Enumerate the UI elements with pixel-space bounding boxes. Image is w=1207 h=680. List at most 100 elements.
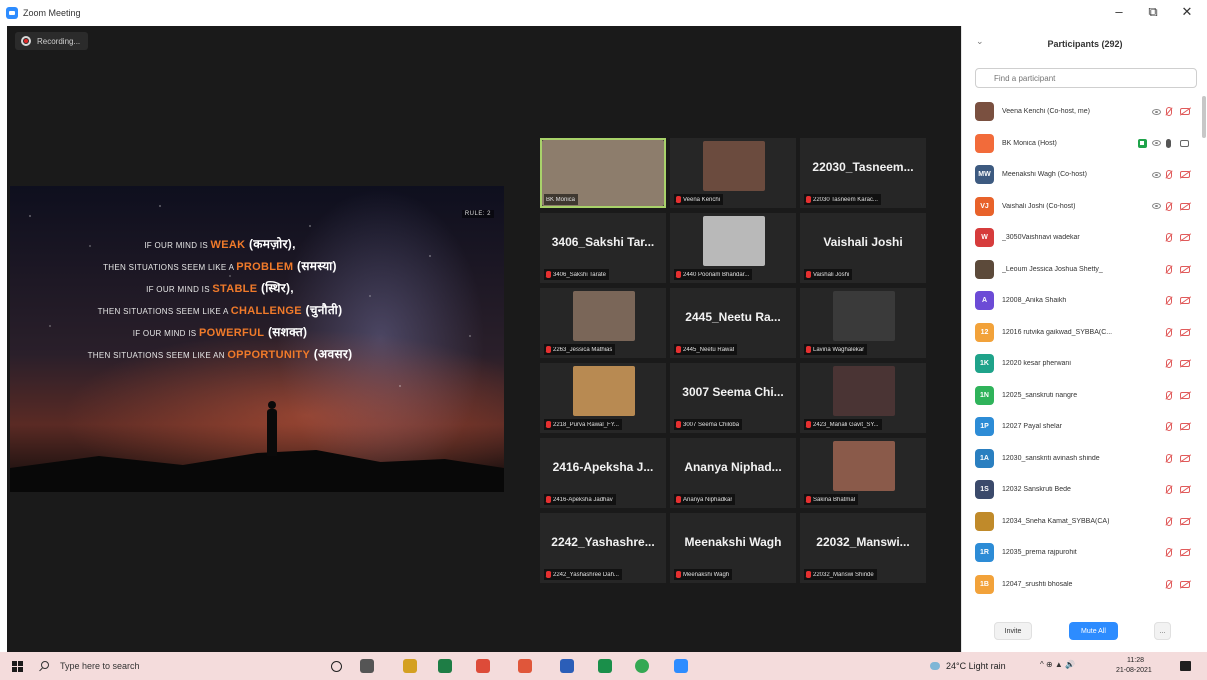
start-button[interactable] xyxy=(12,661,23,672)
mic-muted-icon[interactable] xyxy=(1166,453,1172,463)
cortana-icon[interactable] xyxy=(331,661,342,672)
video-tile[interactable]: 2440 Poonam Bhandar... xyxy=(670,213,796,283)
video-tile[interactable]: Lavina Waghalekar xyxy=(800,288,926,358)
cam-off-icon[interactable] xyxy=(1180,517,1190,525)
invite-button[interactable]: Invite xyxy=(994,622,1032,640)
mic-on-icon[interactable] xyxy=(1166,138,1171,148)
video-tile[interactable]: Sakina Bhatmal xyxy=(800,438,926,508)
cam-off-icon[interactable] xyxy=(1180,108,1190,115)
participant-list-scrollbar[interactable] xyxy=(1202,96,1206,138)
video-tile[interactable]: 2263_Jessica Mathias xyxy=(540,288,666,358)
participant-row[interactable]: 12034_Sneha Kamat_SYBBA(CA) xyxy=(962,506,1202,537)
participant-row[interactable]: 1S 12032 Sanskruti Bede xyxy=(962,474,1202,505)
video-tile[interactable]: 3406_Sakshi Tar... 3406_Sakshi Tarate xyxy=(540,213,666,283)
mic-muted-icon[interactable] xyxy=(1166,485,1172,494)
cam-off-icon[interactable] xyxy=(1180,423,1190,430)
cam-off-icon[interactable] xyxy=(1180,171,1190,178)
participant-row[interactable]: BK Monica (Host) xyxy=(962,128,1202,159)
restore-button[interactable]: ⧉ xyxy=(1138,4,1168,20)
cam-off-icon[interactable] xyxy=(1180,486,1190,493)
participant-row[interactable]: VJ Vaishali Joshi (Co-host) xyxy=(962,191,1202,222)
participant-row[interactable]: 1P 12027 Payal shelar xyxy=(962,411,1202,442)
cam-off-icon[interactable] xyxy=(1180,297,1190,304)
video-tile[interactable]: Meenakshi Wagh Meenakshi Wagh xyxy=(670,513,796,583)
taskbar-search-box[interactable]: Type here to search xyxy=(60,661,140,671)
mic-muted-icon[interactable] xyxy=(1166,327,1172,337)
video-tile[interactable]: 2445_Neetu Ra... 2445_Neetu Rawat xyxy=(670,288,796,358)
mic-muted-icon[interactable] xyxy=(1166,422,1172,431)
mic-muted-icon[interactable] xyxy=(1166,264,1172,274)
video-tile[interactable]: 2416-Apeksha J... 2416-Apeksha Jadhav xyxy=(540,438,666,508)
mic-muted-icon[interactable] xyxy=(1166,359,1172,368)
mic-muted-icon[interactable] xyxy=(1166,548,1172,557)
video-tile[interactable]: 2423_Manali Gavit_SY... xyxy=(800,363,926,433)
mic-muted-icon[interactable] xyxy=(1166,516,1172,526)
cam-on-icon[interactable] xyxy=(1180,139,1189,147)
clock-date[interactable]: 21-08-2021 xyxy=(1116,667,1152,674)
eye-icon[interactable] xyxy=(1152,140,1161,146)
participant-row[interactable]: 1B 12047_srushti bhosale xyxy=(962,569,1202,600)
participant-row[interactable]: 1N 12025_sanskruti nangre xyxy=(962,380,1202,411)
participant-row[interactable]: 12 12016 rutvika gaikwad_SYBBA(C... xyxy=(962,317,1202,348)
system-tray-icons[interactable]: ^ ⊕ ▲ 🔊 xyxy=(1040,660,1075,669)
mic-muted-icon[interactable] xyxy=(1166,107,1172,116)
word-icon[interactable] xyxy=(560,659,574,673)
tile-caption-text: Veena Kenchi xyxy=(683,196,721,203)
video-tile[interactable]: 22032_Manswi... 22032_Manswi Shinde xyxy=(800,513,926,583)
video-tile[interactable]: 2218_Purva Rawal_FY... xyxy=(540,363,666,433)
participant-row[interactable]: _Leoum Jessica Joshua Shetty_ xyxy=(962,254,1202,285)
mic-muted-icon[interactable] xyxy=(1166,233,1172,242)
eye-icon[interactable] xyxy=(1152,108,1161,115)
cam-off-icon[interactable] xyxy=(1180,580,1190,588)
mic-muted-icon[interactable] xyxy=(1166,579,1172,589)
video-tile[interactable]: BK Monica xyxy=(540,138,666,208)
video-tile[interactable]: Veena Kenchi xyxy=(670,138,796,208)
cam-off-icon[interactable] xyxy=(1180,328,1190,336)
file-explorer-icon[interactable] xyxy=(403,659,417,673)
cam-off-icon[interactable] xyxy=(1180,454,1190,462)
excel-icon[interactable] xyxy=(438,659,452,673)
participant-row[interactable]: A 12008_Anika Shaikh xyxy=(962,285,1202,316)
mic-muted-icon[interactable] xyxy=(1166,201,1172,211)
video-tile[interactable]: Ananya Niphad... Ananya Niphadkar xyxy=(670,438,796,508)
participant-row[interactable]: W _3050Vaishnavi wadekar xyxy=(962,222,1202,253)
minimize-button[interactable]: – xyxy=(1104,4,1134,19)
weather-text[interactable]: 24°C Light rain xyxy=(946,661,1006,671)
video-tile[interactable]: 2242_Yashashre... 2242_Yashashree Dah... xyxy=(540,513,666,583)
participant-name: BK Monica (Host) xyxy=(1002,139,1057,147)
mic-muted-icon[interactable] xyxy=(1166,170,1172,179)
participant-row[interactable]: 1A 12030_sanskriti avinash shinde xyxy=(962,443,1202,474)
mic-muted-icon[interactable] xyxy=(1166,296,1172,305)
participant-row[interactable]: MW Meenakshi Wagh (Co-host) xyxy=(962,159,1202,190)
mute-all-button[interactable]: Mute All xyxy=(1069,622,1118,640)
mic-muted-icon[interactable] xyxy=(1166,390,1172,400)
cam-off-icon[interactable] xyxy=(1180,202,1190,210)
mic-muted-icon xyxy=(546,271,551,278)
cam-off-icon[interactable] xyxy=(1180,549,1190,556)
task-view-icon[interactable] xyxy=(360,659,374,673)
cam-off-icon[interactable] xyxy=(1180,391,1190,399)
clock-time[interactable]: 11:28 xyxy=(1127,657,1144,664)
close-button[interactable]: ✕ xyxy=(1172,4,1202,20)
chrome-icon[interactable] xyxy=(476,659,490,673)
photos-icon[interactable] xyxy=(518,659,532,673)
cam-off-icon[interactable] xyxy=(1180,234,1190,241)
more-button[interactable]: ... xyxy=(1154,622,1171,640)
participant-row[interactable]: 1R 12035_prerna rajpurohit xyxy=(962,537,1202,568)
video-tile[interactable]: 22030_Tasneem... 22030 Tasneem Karac... xyxy=(800,138,926,208)
video-tile[interactable]: 3007 Seema Chi... 3007 Seema Chiloba xyxy=(670,363,796,433)
participant-search-input[interactable] xyxy=(975,68,1197,88)
zoom-icon[interactable] xyxy=(674,659,688,673)
cam-off-icon[interactable] xyxy=(1180,360,1190,367)
chrome-2-icon[interactable] xyxy=(635,659,649,673)
cam-off-icon[interactable] xyxy=(1180,265,1190,273)
eye-icon[interactable] xyxy=(1152,203,1161,209)
video-tile[interactable]: Vaishali Joshi Vaishali Joshi xyxy=(800,213,926,283)
participant-row[interactable]: Veena Kenchi (Co-host, me) xyxy=(962,96,1202,127)
whatsapp-icon[interactable] xyxy=(598,659,612,673)
participant-row[interactable]: 1K 12020 kesar pherwani xyxy=(962,348,1202,379)
recording-indicator[interactable]: Recording... xyxy=(15,32,89,50)
notification-center-icon[interactable] xyxy=(1180,661,1191,671)
share-icon[interactable] xyxy=(1138,138,1147,148)
eye-icon[interactable] xyxy=(1152,171,1161,178)
